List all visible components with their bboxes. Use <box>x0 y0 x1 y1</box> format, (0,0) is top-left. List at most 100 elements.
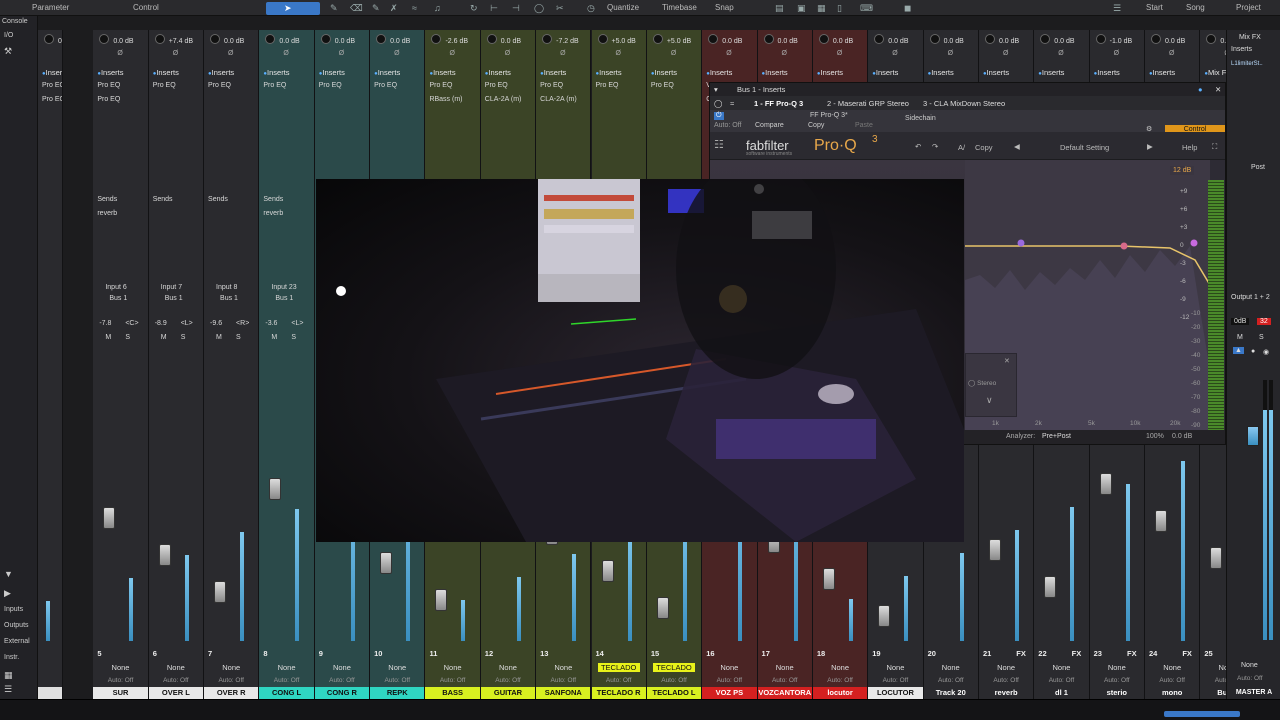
wrench-icon[interactable]: ⚒ <box>4 46 12 57</box>
solo-button[interactable]: S <box>236 334 241 341</box>
input-gain-knob[interactable] <box>376 34 387 44</box>
inserts-button[interactable]: Inserts <box>540 68 567 77</box>
mute-tool-icon[interactable]: ✗ <box>390 3 398 14</box>
copy-button[interactable]: Copy <box>808 122 824 129</box>
phase-icon[interactable]: Ø <box>616 50 621 57</box>
phase-icon[interactable]: Ø <box>837 50 842 57</box>
io-button[interactable]: I/O <box>4 32 13 39</box>
nav-instruments[interactable]: Instr. <box>4 654 19 661</box>
automation-mode[interactable]: Auto: Off <box>149 677 203 684</box>
snap-icon[interactable]: ⊢ <box>490 3 498 14</box>
insert-slot[interactable]: CLA-2A (m) <box>485 96 522 103</box>
sends-button[interactable]: Sends <box>263 196 283 203</box>
fullscreen-icon[interactable]: ⛶ <box>1212 142 1217 152</box>
redo-icon[interactable]: ↷ <box>932 142 938 151</box>
automation-mode[interactable]: Auto: Off <box>1090 677 1144 684</box>
eraser-tool-icon[interactable]: ⌫ <box>350 3 363 14</box>
group-selector[interactable]: None <box>425 663 479 672</box>
pan-mode[interactable]: <R> <box>236 320 249 327</box>
insert-slot[interactable]: Pro EQ <box>263 82 286 89</box>
automation-mode[interactable]: Auto: Off <box>714 122 742 129</box>
channel-name[interactable]: SUR <box>93 687 148 699</box>
channel-name[interactable]: TECLADO L <box>646 687 702 699</box>
insert-slot-2[interactable]: 2 - Maserati GRP Stereo <box>827 99 909 108</box>
inserts-button[interactable]: Inserts <box>1038 68 1065 77</box>
phase-icon[interactable]: Ø <box>1114 50 1119 57</box>
master-none[interactable]: None <box>1241 662 1258 669</box>
master-monitor-icon[interactable]: ▲ <box>1233 347 1244 354</box>
insert-slot[interactable]: Pro EQ <box>319 82 342 89</box>
automation-mode[interactable]: Auto: Off <box>536 677 590 684</box>
sidechain-button[interactable]: Sidechain <box>905 115 936 122</box>
volume-fader[interactable] <box>656 597 669 619</box>
inserts-button[interactable]: Inserts <box>651 68 677 77</box>
expand-icon[interactable]: ▶ <box>4 588 11 599</box>
phase-icon[interactable]: Ø <box>948 50 953 57</box>
input-gain-knob[interactable] <box>154 34 165 44</box>
menu-icon[interactable]: ☰ <box>1113 3 1121 14</box>
phase-icon[interactable]: Ø <box>505 50 510 57</box>
input-gain-knob[interactable] <box>763 34 774 44</box>
mute-button[interactable]: M <box>105 334 111 341</box>
insert-slot[interactable]: Pro EQ <box>374 82 397 89</box>
volume-fader[interactable] <box>1155 510 1167 532</box>
next-preset-icon[interactable]: ▶ <box>1147 142 1153 151</box>
tab-control[interactable]: Control <box>133 3 159 12</box>
automation-mode[interactable]: Auto: Off <box>481 677 535 684</box>
range-selector[interactable]: 12 dB <box>1170 166 1195 175</box>
group-selector[interactable]: None <box>149 663 203 672</box>
automation-mode[interactable]: Auto: Off <box>647 677 701 684</box>
input-selector[interactable]: Input 23 <box>271 284 296 291</box>
phase-icon[interactable]: Ø <box>892 50 897 57</box>
menu-snap[interactable]: Snap <box>715 3 734 12</box>
list-view-icon[interactable]: ☰ <box>4 684 12 695</box>
nav-outputs[interactable]: Outputs <box>4 622 29 629</box>
menu-quantize[interactable]: Quantize <box>607 3 639 12</box>
channel-name[interactable]: OVER L <box>148 687 204 699</box>
pin-icon[interactable]: ● <box>1198 85 1203 94</box>
inserts-button[interactable]: Inserts <box>762 68 788 77</box>
inserts-button[interactable]: Inserts <box>429 68 456 77</box>
insert-slot[interactable]: Pro EQ <box>651 82 674 89</box>
master-inserts[interactable]: Inserts <box>1231 46 1252 53</box>
channel-name[interactable]: OVER R <box>204 687 259 699</box>
insert-slot[interactable]: Pro EQ <box>97 82 120 89</box>
tab-project[interactable]: Project <box>1236 3 1261 12</box>
phase-icon[interactable]: Ø <box>228 50 233 57</box>
inserts-button[interactable]: Inserts <box>817 68 844 77</box>
solo-button[interactable]: S <box>181 334 186 341</box>
output-selector[interactable]: Bus 1 <box>220 295 238 302</box>
inserts-button[interactable]: Inserts <box>97 68 124 77</box>
output-selector[interactable]: Bus 1 <box>165 295 183 302</box>
insert-slot[interactable]: Pro EQ <box>596 82 619 89</box>
volume-fader[interactable] <box>103 507 116 529</box>
arrow-tool-button[interactable] <box>266 2 320 15</box>
insert-slot-3[interactable]: 3 - CLA MixDown Stereo <box>923 99 1005 108</box>
phase-icon[interactable]: Ø <box>339 50 344 57</box>
insert-slot-1[interactable]: 1 - FF Pro-Q 3 <box>754 99 803 108</box>
automation-mode[interactable]: Auto: Off <box>315 677 369 684</box>
sends-button[interactable]: Sends <box>153 196 173 203</box>
listen-tool-icon[interactable]: ♫ <box>434 3 441 13</box>
inserts-button[interactable]: Inserts <box>928 68 954 77</box>
insert-slot[interactable]: CLA-2A (m) <box>540 96 577 103</box>
channel-name[interactable]: Track 20 <box>923 687 978 699</box>
scissors-icon[interactable]: ✂ <box>556 3 564 14</box>
output-selector[interactable]: Bus 1 <box>109 295 127 302</box>
eq-band-2[interactable] <box>1120 242 1128 250</box>
insert-slot[interactable]: Pro EQ <box>208 82 231 89</box>
insert-slot[interactable]: Pro EQ <box>153 82 176 89</box>
input-selector[interactable]: Input 6 <box>105 284 126 291</box>
channel-name[interactable]: VOZ PS <box>702 687 757 699</box>
phase-icon[interactable]: Ø <box>560 50 565 57</box>
group-selector[interactable]: None <box>370 663 424 672</box>
inserts-button[interactable]: Inserts <box>1094 68 1120 77</box>
channel-name[interactable]: sterio <box>1089 687 1144 699</box>
layout-icon[interactable]: ▦ <box>817 3 826 14</box>
nav-external[interactable]: External <box>4 638 30 645</box>
inserts-button[interactable]: Inserts <box>1149 68 1176 77</box>
channel-name[interactable]: BASS <box>425 687 480 699</box>
input-gain-knob[interactable] <box>99 34 110 44</box>
automation-mode[interactable]: Auto: Off <box>758 677 812 684</box>
undo-icon[interactable]: ↶ <box>915 142 921 151</box>
